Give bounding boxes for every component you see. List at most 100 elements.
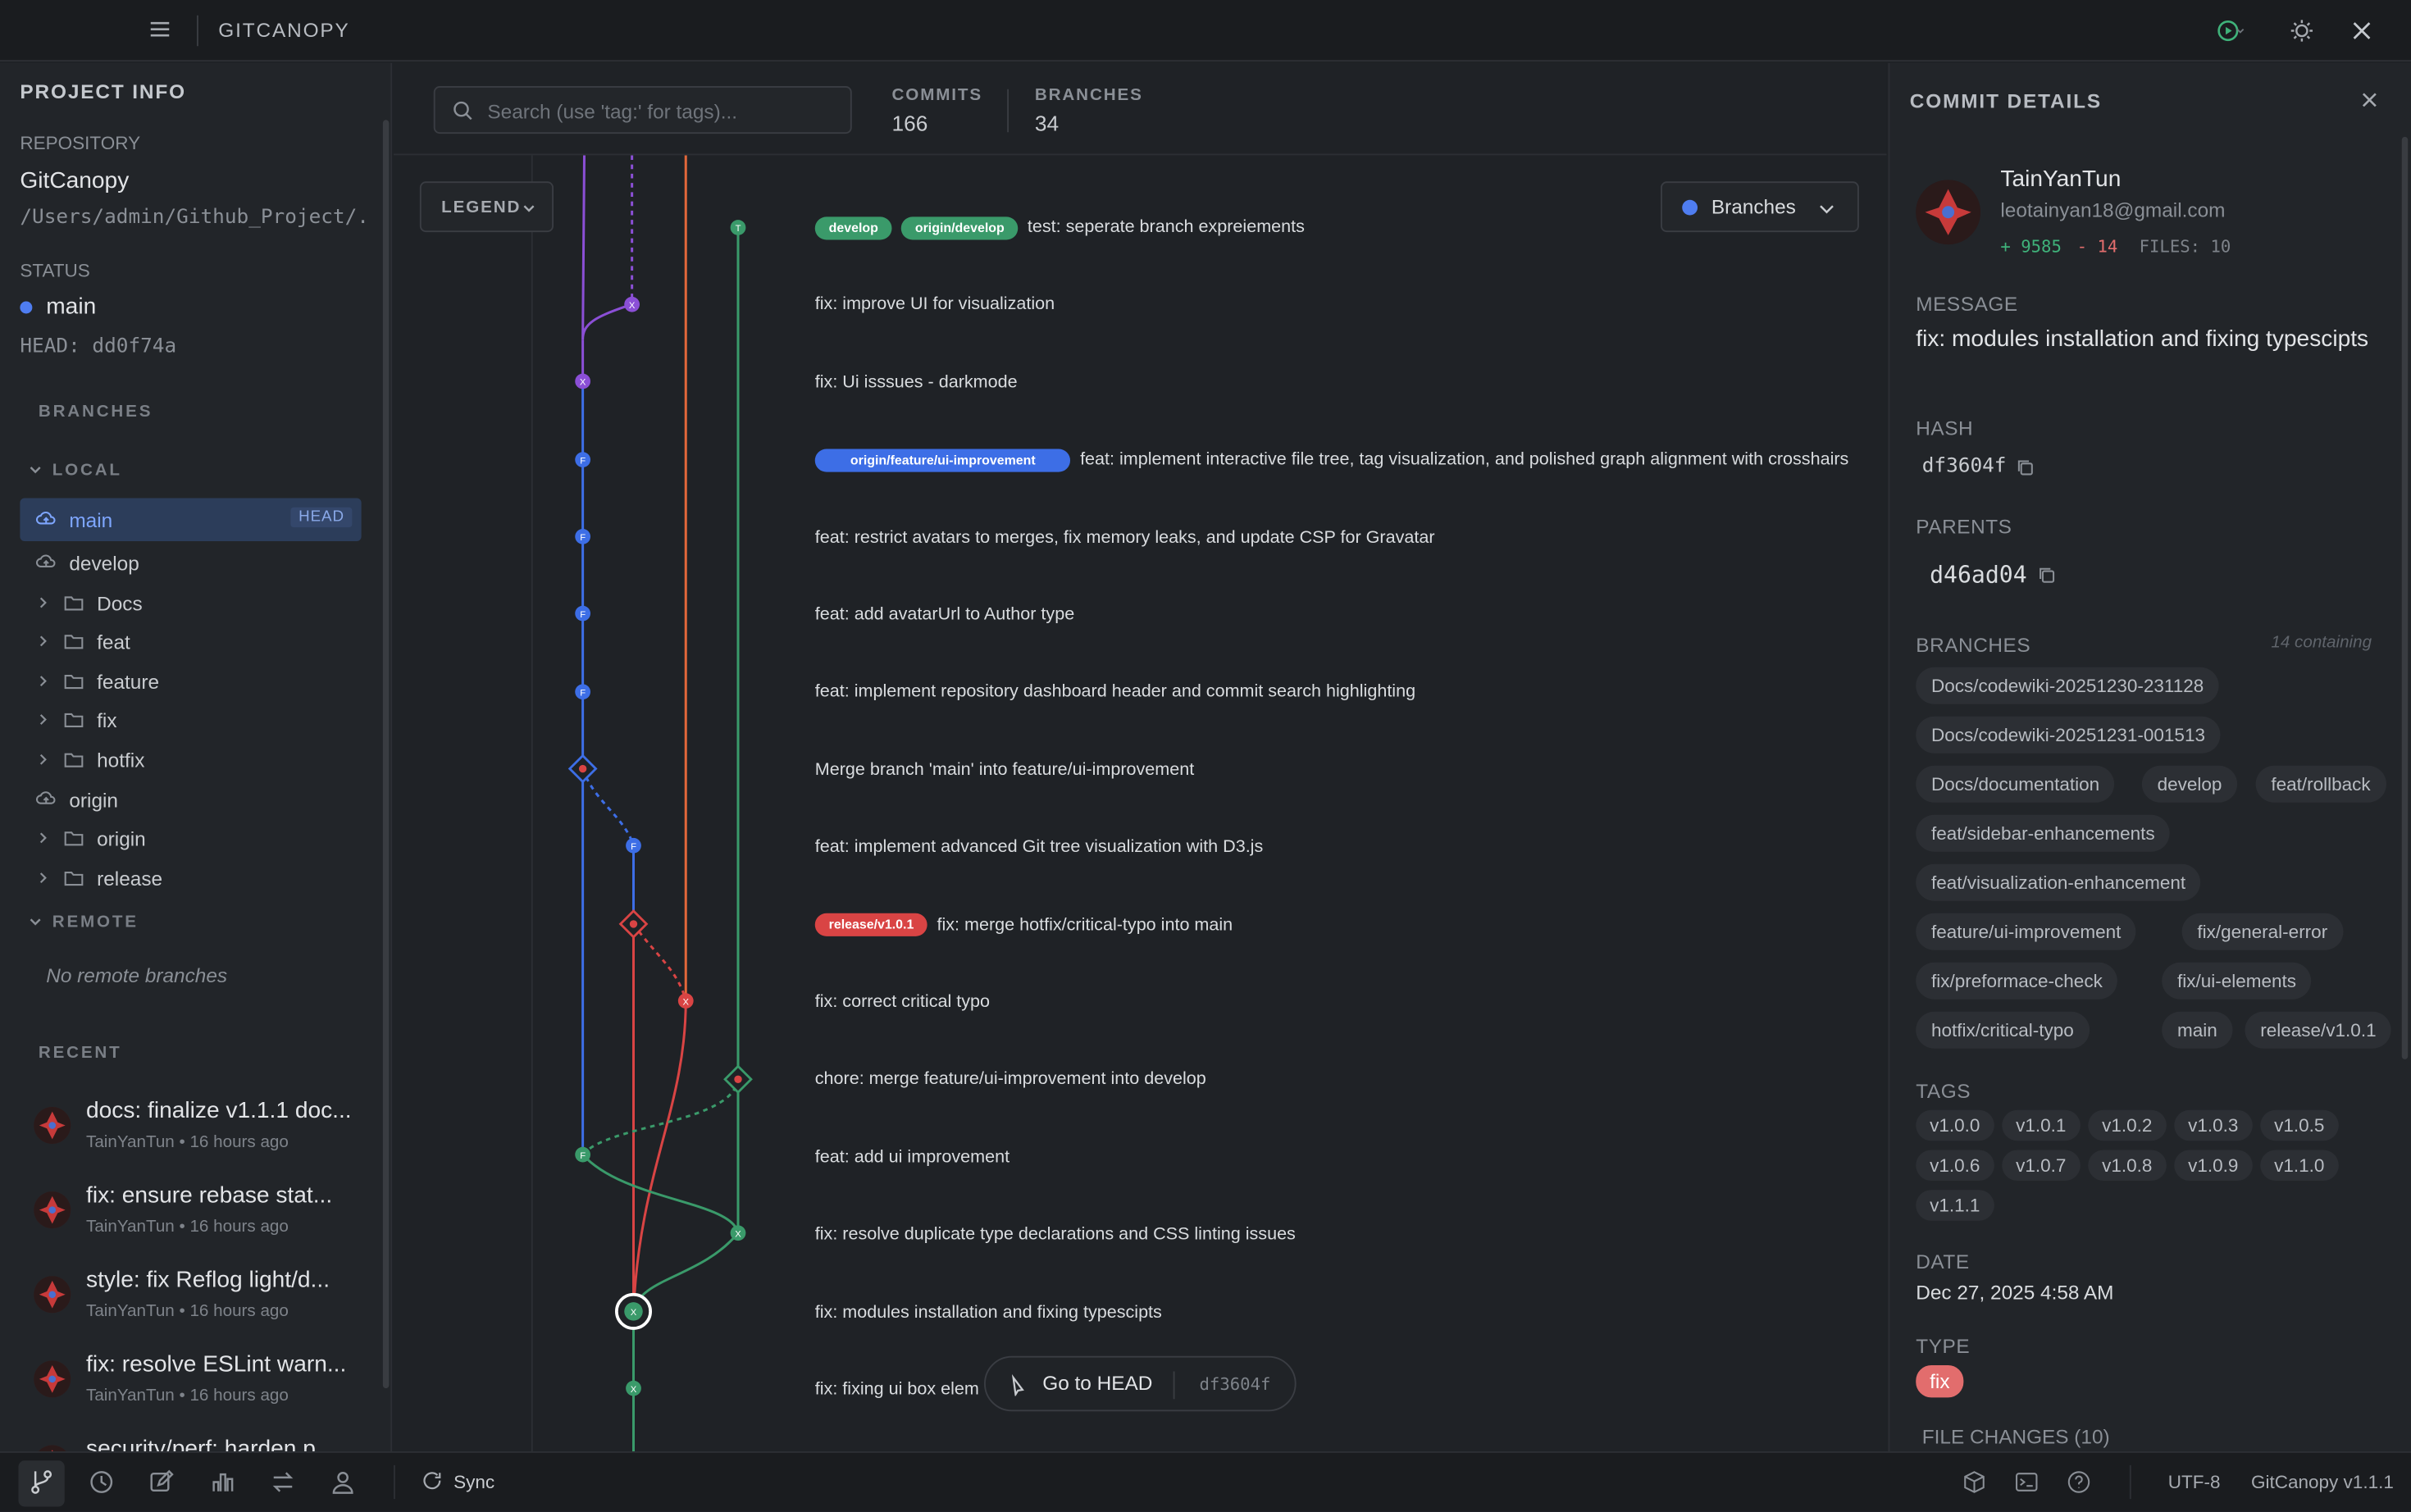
branch-ref-badge[interactable]: origin/feature/ui-improvement (814, 448, 1071, 472)
theme-toggle-icon[interactable] (2286, 16, 2318, 47)
commit-node[interactable]: F (575, 605, 590, 622)
commit-row[interactable]: fix: correct critical typo (815, 987, 990, 1018)
branch-ref-badge[interactable]: release/v1.0.1 (814, 913, 928, 937)
branch-folder[interactable]: fix (20, 698, 361, 741)
chevron-down-icon[interactable] (28, 462, 43, 478)
branch-chip[interactable]: feat/visualization-enhancement (1916, 863, 2201, 901)
commit-row[interactable]: fix: fixing ui box elem (815, 1374, 979, 1405)
merge-node[interactable] (723, 1064, 753, 1095)
commit-node[interactable]: X (677, 993, 694, 1009)
tag-chip[interactable]: v1.0.3 (2174, 1109, 2253, 1141)
sync-button[interactable]: Sync (453, 1471, 495, 1492)
sidebar-scrollbar[interactable] (382, 120, 390, 1389)
branch-item[interactable]: origin (20, 778, 361, 822)
branch-chip[interactable]: develop (2141, 765, 2238, 803)
details-scrollbar[interactable] (2401, 136, 2409, 1059)
sync-icon[interactable] (422, 1470, 443, 1492)
chevron-right-icon[interactable] (35, 831, 51, 846)
commit-node[interactable]: X (730, 1225, 746, 1241)
commit-row[interactable]: fix: Ui isssues - darkmode (815, 367, 1018, 398)
commit-node[interactable]: X (626, 1380, 641, 1396)
commit-row[interactable]: feat: implement repository dashboard hea… (815, 677, 1415, 708)
tag-chip[interactable]: v1.0.0 (1916, 1109, 1994, 1141)
tag-chip[interactable]: v1.0.8 (2088, 1150, 2167, 1181)
branch-chip[interactable]: Docs/documentation (1916, 765, 2115, 803)
hamburger-menu-icon[interactable] (149, 19, 171, 40)
branch-chip[interactable]: feature/ui-improvement (1916, 913, 2137, 950)
bar-chart-icon[interactable] (209, 1469, 237, 1496)
chevron-right-icon[interactable] (35, 712, 51, 727)
close-window-icon[interactable] (2346, 16, 2377, 47)
commit-search-box[interactable] (433, 86, 852, 134)
tag-chip[interactable]: v1.0.9 (2174, 1150, 2253, 1181)
package-icon[interactable] (1962, 1470, 1987, 1495)
branch-ref-badge[interactable]: develop (814, 216, 892, 239)
parent-commit[interactable]: d46ad04 (1930, 561, 2056, 589)
tag-chip[interactable]: v1.0.5 (2260, 1109, 2339, 1141)
tag-chip[interactable]: v1.0.6 (1916, 1150, 1994, 1181)
tag-chip[interactable]: v1.1.0 (2260, 1150, 2339, 1181)
commit-node[interactable]: F (626, 837, 641, 854)
chevron-right-icon[interactable] (35, 634, 51, 649)
run-dropdown-icon[interactable] (2214, 16, 2245, 47)
commit-node[interactable]: F (575, 529, 590, 544)
file-changes-header[interactable]: FILE CHANGES (10) (1922, 1425, 2110, 1448)
chevron-right-icon[interactable] (35, 870, 51, 886)
commit-node[interactable]: T (730, 220, 746, 235)
branch-folder[interactable]: Docs (20, 581, 361, 625)
commit-node[interactable]: X (624, 296, 640, 312)
legend-button[interactable]: LEGEND (419, 181, 554, 233)
commit-row[interactable]: develop origin/develop test: seperate bran… (814, 212, 1305, 244)
go-to-head-button[interactable]: Go to HEAD df3604f (984, 1355, 1297, 1412)
copy-icon[interactable] (2016, 458, 2035, 476)
branch-chip[interactable]: fix/general-error (2181, 913, 2343, 950)
tag-chip[interactable]: v1.1.1 (1916, 1190, 1994, 1221)
selected-commit-node[interactable]: X (615, 1292, 652, 1330)
branch-item[interactable]: main HEAD (20, 498, 362, 541)
branch-folder[interactable]: origin (20, 817, 361, 860)
branch-folder[interactable]: release (20, 856, 361, 899)
branch-chip[interactable]: release/v1.0.1 (2245, 1011, 2392, 1049)
recent-commit-item[interactable]: security/perf: harden p... (34, 1436, 380, 1451)
branch-folder[interactable]: hotfix (20, 738, 361, 781)
branch-chip[interactable]: fix/ui-elements (2162, 962, 2312, 1000)
chevron-right-icon[interactable] (35, 752, 51, 767)
branch-ref-badge[interactable]: origin/develop (900, 216, 1019, 239)
tag-chip[interactable]: v1.0.1 (2002, 1109, 2081, 1141)
local-section-label[interactable]: LOCAL (52, 462, 122, 480)
branch-chip[interactable]: main (2162, 1011, 2233, 1049)
commit-row[interactable]: feat: add avatarUrl to Author type (815, 599, 1074, 631)
author-email[interactable]: leotainyan18@gmail.com (2000, 198, 2225, 221)
remote-section-label[interactable]: REMOTE (52, 913, 139, 932)
swap-arrows-icon[interactable] (269, 1469, 297, 1496)
commit-row[interactable]: feat: restrict avatars to merges, fix me… (815, 522, 1435, 553)
commit-row[interactable]: fix: modules installation and fixing typ… (815, 1297, 1162, 1328)
commit-row[interactable]: fix: resolve duplicate type declarations… (815, 1219, 1296, 1250)
recent-commit-item[interactable]: docs: finalize v1.1.1 doc... TainYanTun •… (34, 1098, 380, 1175)
users-icon[interactable] (329, 1469, 357, 1496)
recent-commit-item[interactable]: fix: ensure rebase stat... TainYanTun • 1… (34, 1182, 380, 1259)
git-branch-icon[interactable] (28, 1469, 56, 1496)
help-icon[interactable] (2067, 1470, 2091, 1495)
branch-chip[interactable]: Docs/codewiki-20251231-001513 (1916, 716, 2221, 754)
commit-row[interactable]: fix: improve UI for visualization (815, 289, 1055, 321)
branch-chip[interactable]: feat/sidebar-enhancements (1916, 814, 2171, 852)
edit-icon[interactable] (148, 1469, 175, 1496)
branch-chip[interactable]: feat/rollback (2255, 765, 2386, 803)
commit-row[interactable]: chore: merge feature/ui-improvement into… (815, 1064, 1206, 1095)
commit-row[interactable]: release/v1.0.1 fix: merge hotfix/critical… (814, 909, 1233, 940)
copy-icon[interactable] (2038, 566, 2057, 585)
recent-commit-item[interactable]: fix: resolve ESLint warn... TainYanTun • … (34, 1351, 380, 1428)
chevron-right-icon[interactable] (35, 673, 51, 689)
merge-node[interactable] (567, 754, 598, 784)
commit-row[interactable]: origin/feature/ui-improvement feat: imple… (814, 444, 1848, 476)
chevron-down-icon[interactable] (28, 915, 43, 931)
terminal-icon[interactable] (2014, 1470, 2039, 1495)
merge-node[interactable] (618, 909, 649, 939)
tag-chip[interactable]: v1.0.7 (2002, 1150, 2081, 1181)
commit-row[interactable]: feat: add ui improvement (815, 1142, 1010, 1173)
branch-item[interactable]: develop (20, 541, 361, 585)
commit-row[interactable]: Merge branch 'main' into feature/ui-impr… (815, 754, 1194, 786)
chevron-right-icon[interactable] (35, 595, 51, 611)
branch-chip[interactable]: Docs/codewiki-20251230-231128 (1916, 667, 2220, 704)
